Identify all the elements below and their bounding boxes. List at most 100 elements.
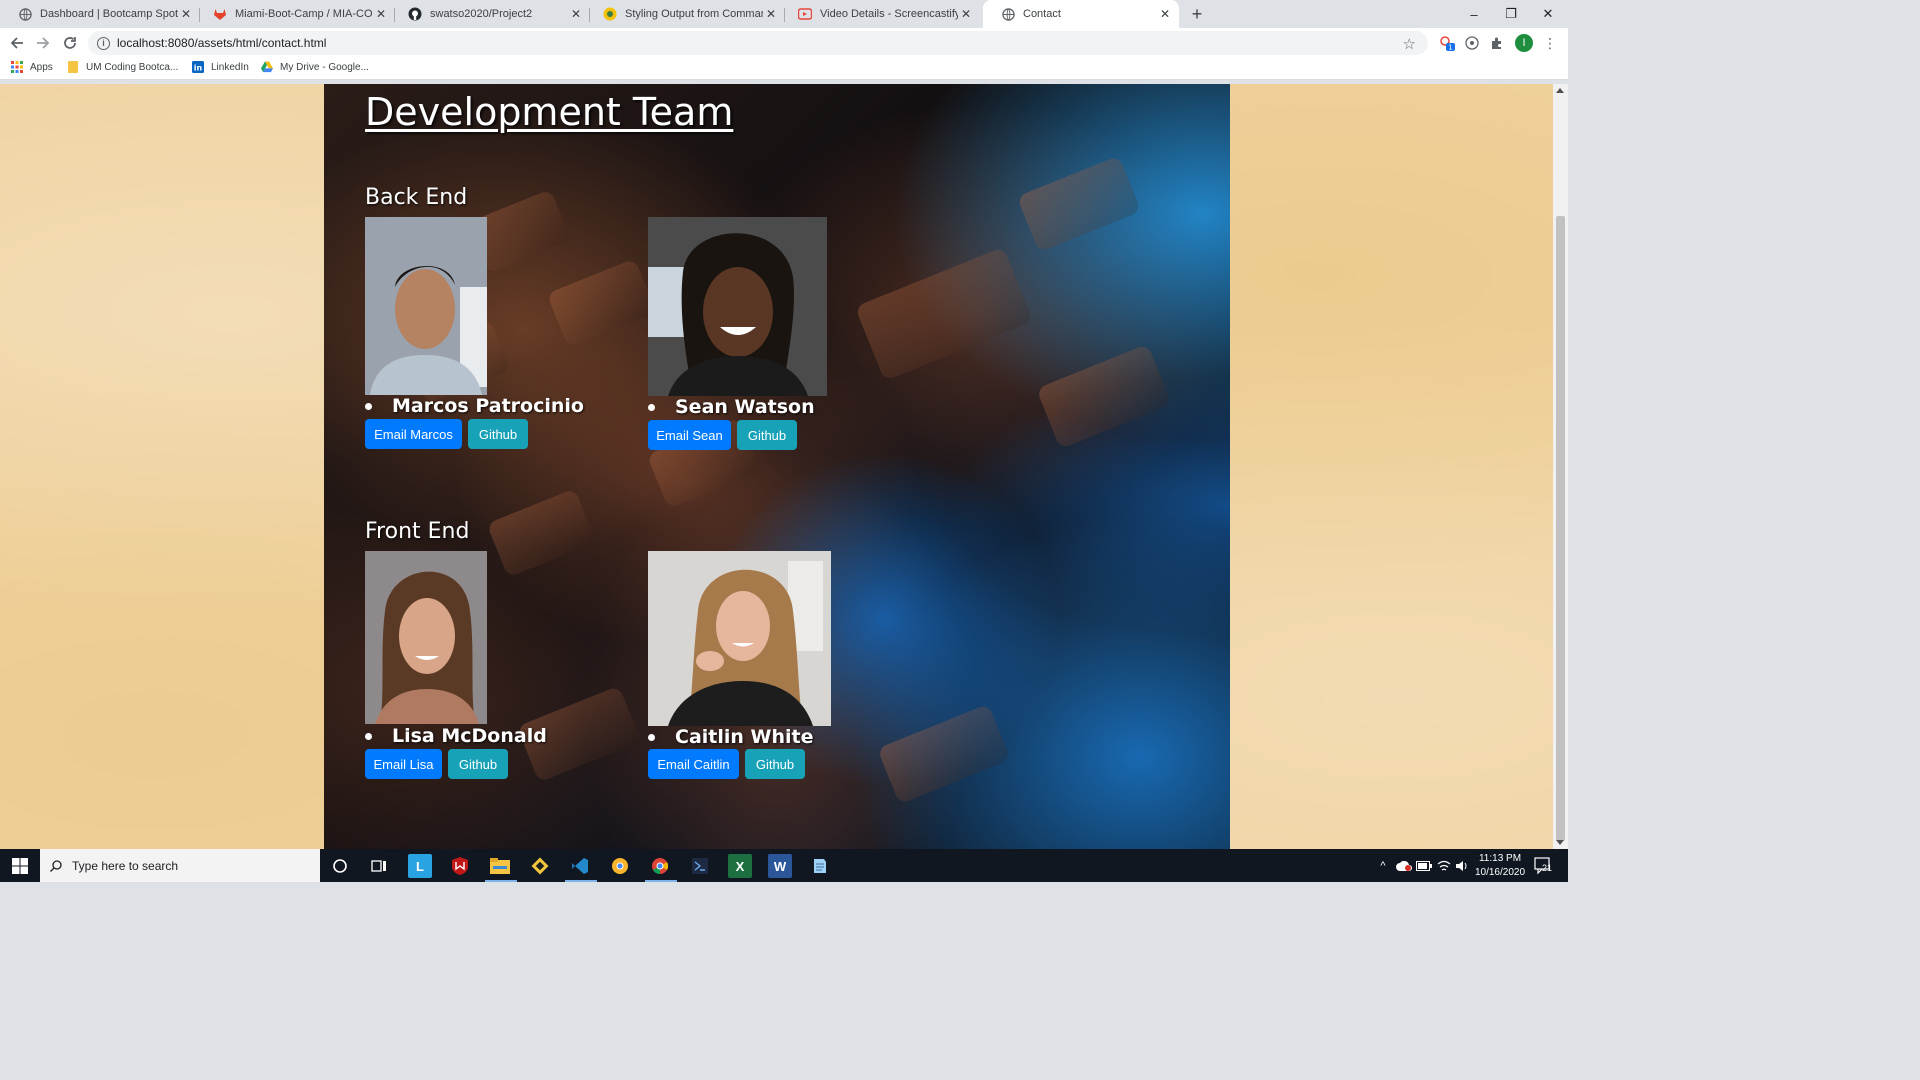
chrome-icon[interactable] xyxy=(648,854,672,878)
list-bullet xyxy=(365,402,372,410)
member-name-row: Lisa McDonald xyxy=(365,725,547,747)
github-lisa-button[interactable]: Github xyxy=(448,749,508,779)
reload-icon xyxy=(64,37,76,49)
page-scrollbar[interactable] xyxy=(1553,84,1568,849)
lucidchart-icon[interactable]: L xyxy=(408,854,432,878)
email-caitlin-button[interactable]: Email Caitlin xyxy=(648,749,739,779)
tab-title: Video Details - Screencastify xyxy=(820,8,958,20)
member-name-row: Marcos Patrocinio xyxy=(365,395,584,417)
search-placeholder: Type here to search xyxy=(72,858,179,873)
keyboard-key-decoration xyxy=(877,703,1011,805)
close-window-button[interactable]: ✕ xyxy=(1530,0,1566,28)
bookmark-um-coding-bootcamp[interactable]: UM Coding Bootca... xyxy=(67,61,178,73)
system-clock[interactable]: 11:13 PM 10/16/2020 xyxy=(1472,852,1528,880)
email-sean-button[interactable]: Email Sean xyxy=(648,420,731,450)
arrow-left-icon xyxy=(10,37,23,49)
info-icon[interactable]: i xyxy=(97,36,110,50)
windows-taskbar: Type here to search L X W ^ 11:13 PM 10/… xyxy=(0,849,1568,882)
email-lisa-button[interactable]: Email Lisa xyxy=(365,749,442,779)
screencastify-ext-icon[interactable] xyxy=(1464,35,1480,51)
profile-avatar[interactable]: I xyxy=(1515,34,1533,52)
member-photo-sean xyxy=(648,217,827,396)
close-tab-icon[interactable]: ✕ xyxy=(373,6,389,22)
member-name-caitlin: Caitlin White xyxy=(675,726,814,748)
file-explorer-icon[interactable] xyxy=(488,854,512,878)
member-photo-marcos xyxy=(365,217,487,395)
arrow-right-icon xyxy=(37,37,50,49)
linkedin-icon: in xyxy=(192,61,204,73)
email-marcos-button[interactable]: Email Marcos xyxy=(365,419,462,449)
tab-github[interactable]: swatso2020/Project2 ✕ xyxy=(390,0,590,28)
scrollbar-thumb[interactable] xyxy=(1556,216,1565,841)
mcafee-icon[interactable] xyxy=(448,854,472,878)
task-view-icon[interactable] xyxy=(367,854,391,878)
restore-button[interactable]: ❐ xyxy=(1493,0,1529,28)
show-hidden-icons-icon[interactable]: ^ xyxy=(1376,849,1390,882)
member-photo-caitlin xyxy=(648,551,831,726)
extension-icon xyxy=(603,7,617,21)
tab-screencastify[interactable]: Video Details - Screencastify ✕ xyxy=(780,0,980,28)
clock-date: 10/16/2020 xyxy=(1474,867,1526,878)
tab-title: swatso2020/Project2 xyxy=(430,8,533,20)
globe-icon xyxy=(1001,7,1015,21)
forward-button[interactable] xyxy=(32,32,54,54)
address-url[interactable]: localhost:8080/assets/html/contact.html xyxy=(117,36,326,50)
github-sean-button[interactable]: Github xyxy=(737,420,797,450)
back-button[interactable] xyxy=(6,32,28,54)
volume-icon[interactable] xyxy=(1454,849,1470,882)
minimize-button[interactable]: – xyxy=(1456,0,1492,28)
google-drive-icon xyxy=(261,61,273,73)
github-caitlin-button[interactable]: Github xyxy=(745,749,805,779)
battery-icon[interactable] xyxy=(1416,849,1432,882)
tab-title: Dashboard | Bootcamp Spot xyxy=(40,8,178,20)
start-button[interactable] xyxy=(0,849,40,882)
puzzle-extensions-icon[interactable] xyxy=(1489,35,1505,51)
word-icon[interactable]: W xyxy=(768,854,792,878)
notepad-icon[interactable] xyxy=(808,854,832,878)
bookmark-apps[interactable]: Apps xyxy=(11,61,53,73)
scroll-up-icon[interactable] xyxy=(1556,88,1564,93)
team-member-lisa: Lisa McDonald Email Lisa Github xyxy=(365,551,605,791)
keyboard-key-decoration xyxy=(1036,343,1172,450)
reload-button[interactable] xyxy=(59,32,81,54)
close-tab-icon[interactable]: ✕ xyxy=(958,6,974,22)
onedrive-icon[interactable] xyxy=(1396,849,1412,882)
keyboard-key-decoration xyxy=(1016,155,1142,253)
notifications-button[interactable]: 21 xyxy=(1532,849,1556,882)
content-panel: Development Team Back End Marcos Patroci… xyxy=(324,84,1230,849)
globe-icon xyxy=(18,7,32,21)
bookmark-linkedin[interactable]: in LinkedIn xyxy=(192,61,249,73)
tab-contact[interactable]: Contact ✕ xyxy=(983,0,1179,28)
close-tab-icon[interactable]: ✕ xyxy=(1157,6,1173,22)
taskbar-search[interactable]: Type here to search xyxy=(40,849,320,882)
svg-text:in: in xyxy=(194,64,203,73)
close-tab-icon[interactable]: ✕ xyxy=(178,6,194,22)
bookmark-label: My Drive - Google... xyxy=(280,61,369,73)
member-name-sean: Sean Watson xyxy=(675,396,815,418)
cortana-icon[interactable] xyxy=(328,854,352,878)
active-app-indicator xyxy=(565,880,597,882)
extension-badge-icon[interactable]: 1 xyxy=(1439,35,1455,51)
address-bar[interactable]: i localhost:8080/assets/html/contact.htm… xyxy=(88,31,1428,55)
section-heading-back-end: Back End xyxy=(365,185,468,210)
chrome-canary-icon[interactable] xyxy=(608,854,632,878)
bookmark-google-drive[interactable]: My Drive - Google... xyxy=(261,61,369,73)
list-bullet xyxy=(365,732,372,740)
tab-title: Contact xyxy=(1023,8,1061,20)
close-tab-icon[interactable]: ✕ xyxy=(763,6,779,22)
git-icon[interactable] xyxy=(528,854,552,878)
more-menu-icon[interactable]: ⋮ xyxy=(1542,35,1558,51)
excel-icon[interactable]: X xyxy=(728,854,752,878)
tab-dashboard[interactable]: Dashboard | Bootcamp Spot ✕ xyxy=(0,0,200,28)
close-tab-icon[interactable]: ✕ xyxy=(568,6,584,22)
tab-gitlab[interactable]: Miami-Boot-Camp / MIA-COG-FS ✕ xyxy=(195,0,395,28)
wifi-icon[interactable] xyxy=(1436,849,1452,882)
bookmark-star-icon[interactable]: ☆ xyxy=(1403,35,1416,53)
github-marcos-button[interactable]: Github xyxy=(468,419,528,449)
visual-studio-icon[interactable] xyxy=(688,854,712,878)
scroll-down-icon[interactable] xyxy=(1556,840,1564,845)
vscode-icon[interactable] xyxy=(568,854,592,878)
member-name-row: Caitlin White xyxy=(648,726,814,748)
new-tab-button[interactable]: + xyxy=(1187,4,1207,24)
tab-styling-output[interactable]: Styling Output from Command-line ✕ xyxy=(585,0,785,28)
